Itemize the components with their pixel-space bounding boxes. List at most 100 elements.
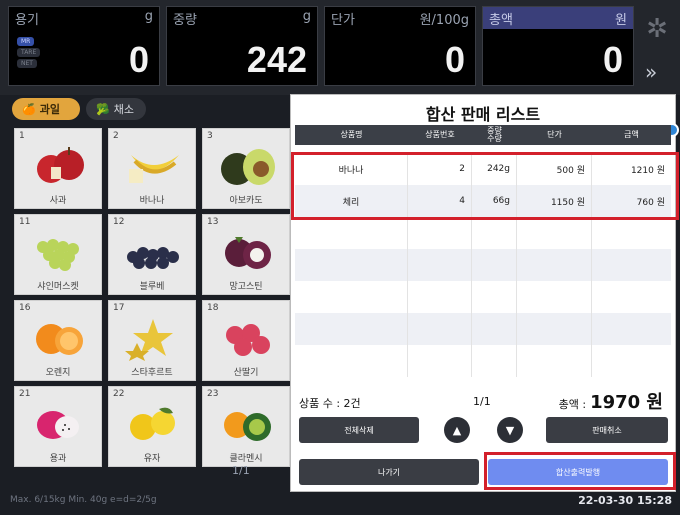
citron-icon <box>130 407 175 440</box>
product-number: 23 <box>207 389 219 399</box>
total-unit: 원 <box>615 13 627 28</box>
total-value: 0 <box>602 39 623 80</box>
unit-price-value: 0 <box>444 39 465 80</box>
product-number: 18 <box>207 303 219 313</box>
product-tile-dragonfruit[interactable]: 21 용과 <box>14 386 102 467</box>
unit-price-panel: 단가 원/100g 0 <box>324 6 476 86</box>
product-number: 16 <box>19 303 31 313</box>
arrow-down-icon[interactable]: ▼ <box>497 417 523 443</box>
product-name: 블루베 <box>139 282 165 292</box>
exit-button[interactable]: 나가기 <box>299 459 479 485</box>
product-number: 17 <box>113 303 125 313</box>
col-header-qty: 중량 수량 <box>487 126 502 143</box>
orange-icon <box>36 324 83 355</box>
mangosteen-icon <box>225 237 271 269</box>
grape-icon <box>37 239 79 271</box>
weight-label: 중량 <box>173 13 197 28</box>
product-number: 11 <box>19 217 31 227</box>
total-amount: 총액 : 1970 원 <box>559 388 663 414</box>
tare-badge: TARE <box>17 48 41 57</box>
product-name: 바나나 <box>139 196 165 206</box>
total-label: 총액 <box>489 13 513 28</box>
fruit-icon: 🍊 <box>22 102 36 116</box>
cancel-sale-button[interactable]: 판매취소 <box>546 417 668 443</box>
product-number: 21 <box>19 389 31 399</box>
weight-display-bar: 용기 g MR TARE NET 0 중량 g 242 단가 원/100g 0 총액 원… <box>0 0 680 95</box>
category-vegetable-label: 채소 <box>113 103 134 116</box>
total-amount-label: 총액 : <box>558 398 587 411</box>
delete-all-button[interactable]: 전체삭제 <box>299 417 419 443</box>
empty-row <box>295 345 671 377</box>
product-number: 13 <box>207 217 219 227</box>
product-name: 망고스틴 <box>229 282 263 292</box>
product-number: 1 <box>19 131 25 141</box>
category-fruit-button[interactable]: 🍊 과일 <box>12 98 80 120</box>
highlight-box-rows <box>291 152 679 220</box>
modal-title: 합산 판매 리스트 <box>425 105 541 124</box>
apple-icon <box>37 147 84 183</box>
product-tile-apple[interactable]: 1 사과 <box>14 128 102 209</box>
net-badge: NET <box>17 59 37 68</box>
item-count: 상품 수 : 2건 <box>299 397 361 410</box>
list-page-indicator: 1/1 <box>473 395 491 408</box>
product-name: 사과 <box>49 196 67 206</box>
grid-page-indicator: 1/1 <box>232 464 250 477</box>
unit-price-label: 단가 <box>331 13 355 28</box>
datetime-text: 22-03-30 15:28 <box>578 494 672 507</box>
product-name: 용과 <box>49 454 67 464</box>
product-tile-orange[interactable]: 16 오렌지 <box>14 300 102 381</box>
tare-value: 0 <box>128 39 149 80</box>
gear-icon[interactable]: ✲ <box>642 14 672 44</box>
arrow-up-icon[interactable]: ▲ <box>444 417 470 443</box>
scale-spec-text: Max. 6/15kg Min. 40g e=d=2/5g <box>10 495 157 505</box>
product-name: 유자 <box>143 454 161 464</box>
tare-label: 용기 <box>15 13 39 28</box>
avocado-icon <box>221 149 275 185</box>
col-header-amount: 금액 <box>624 130 639 139</box>
empty-row <box>295 281 671 313</box>
category-fruit-label: 과일 <box>39 103 60 116</box>
weight-value: 242 <box>246 39 307 80</box>
vegetable-icon: 🥦 <box>96 102 110 116</box>
product-number: 12 <box>113 217 125 227</box>
raspberry-icon <box>226 324 270 356</box>
product-number: 2 <box>113 131 119 141</box>
mr-badge: MR <box>17 37 35 46</box>
product-tile-starfruit[interactable]: 17 스타후르트 <box>108 300 196 381</box>
col-header-price: 단가 <box>547 130 562 139</box>
product-tile-raspberry[interactable]: 18 산딸기 <box>202 300 290 381</box>
double-chevron-right-icon[interactable]: » <box>645 60 657 84</box>
col-header-number: 상품번호 <box>425 130 455 139</box>
product-tile-shine-muscat[interactable]: 11 샤인머스켓 <box>14 214 102 295</box>
product-tile-citron[interactable]: 22 유자 <box>108 386 196 467</box>
tare-panel: 용기 g MR TARE NET 0 <box>8 6 160 86</box>
product-tile-blueberry[interactable]: 12 블루베 <box>108 214 196 295</box>
clementine-icon <box>224 412 271 441</box>
dragonfruit-icon <box>37 411 79 439</box>
product-tile-avocado[interactable]: 3 아보카도 <box>202 128 290 209</box>
product-number: 3 <box>207 131 213 141</box>
product-name: 샤인머스켓 <box>37 282 79 292</box>
product-name: 오렌지 <box>45 368 71 378</box>
table-header: 상품명 상품번호 중량 수량 단가 금액 <box>295 125 671 145</box>
category-vegetable-button[interactable]: 🥦 채소 <box>86 98 146 120</box>
col-header-name: 상품명 <box>340 130 363 139</box>
product-tile-clementine[interactable]: 23 클라멘시 <box>202 386 290 467</box>
highlight-box-pay <box>484 452 676 490</box>
weight-unit: g <box>302 9 311 24</box>
total-panel: 총액 원 0 <box>482 6 634 86</box>
starfruit-icon <box>125 319 173 361</box>
empty-row <box>295 217 671 249</box>
empty-row <box>295 249 671 281</box>
product-name: 클라멘시 <box>229 454 263 464</box>
product-name: 산딸기 <box>233 368 259 378</box>
product-number: 22 <box>113 389 125 399</box>
banana-icon <box>129 155 179 183</box>
product-name: 스타후르트 <box>131 368 173 378</box>
weight-panel: 중량 g 242 <box>166 6 318 86</box>
product-tile-mangosteen[interactable]: 13 망고스틴 <box>202 214 290 295</box>
product-tile-banana[interactable]: 2 바나나 <box>108 128 196 209</box>
tare-unit: g <box>144 9 153 24</box>
total-amount-value: 1970 원 <box>590 392 663 413</box>
empty-row <box>295 313 671 345</box>
